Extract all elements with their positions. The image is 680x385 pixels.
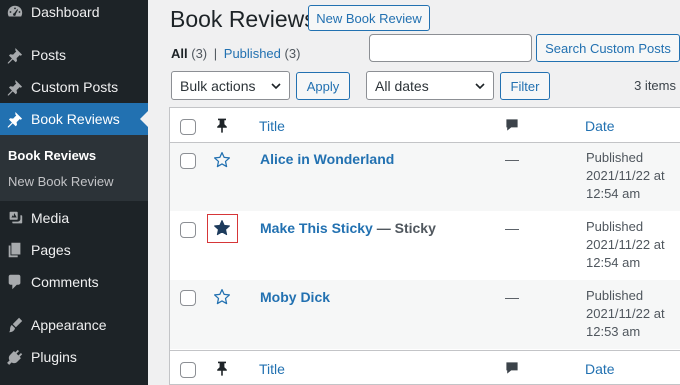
comments-count: — [505,220,519,236]
table-row: Alice in Wonderland — Published 2021/11/… [170,143,680,211]
post-title-link[interactable]: Alice in Wonderland [260,151,394,167]
table-footer-row: Title Date [170,350,680,385]
date-cell: Published 2021/11/22 at 12:53 am [586,287,665,341]
sidebar-item-label: Pages [31,242,71,258]
pin-icon [214,116,230,134]
date-filter-value: All dates [375,77,429,94]
post-time: 12:54 am [586,255,641,270]
select-all-checkbox[interactable] [180,362,196,378]
post-state-sticky: — Sticky [372,220,436,236]
posts-table: Title Date Alice in Wonderland — Publish… [169,107,680,385]
star-filled-icon[interactable] [213,219,231,237]
comments-icon [504,360,522,378]
filter-published-label: Published [223,46,281,61]
sidebar-item-media[interactable]: Media [0,202,148,234]
sidebar-item-label: Media [31,210,70,226]
search-button[interactable]: Search Custom Posts [536,34,680,62]
table-row: Make This Sticky — Sticky — Published 20… [170,211,680,280]
admin-sidebar: Dashboard Posts Custom Posts Book Review… [0,0,148,385]
filter-all-count: (3) [191,46,208,61]
post-time: 12:53 am [586,324,641,339]
page-title: Book Reviews [170,6,316,32]
comments-count: — [505,151,519,167]
comments-icon [5,272,25,292]
add-new-button[interactable]: New Book Review [308,5,430,31]
column-title[interactable]: Title [259,118,285,134]
column-title[interactable]: Title [259,361,285,377]
sidebar-item-appearance[interactable]: Appearance [0,309,148,341]
pages-icon [5,240,25,260]
filter-separator: | [213,46,218,61]
chevron-down-icon [475,83,485,90]
sidebar-item-custom-posts[interactable]: Custom Posts [0,71,148,103]
active-indicator-arrow [140,111,148,127]
table-header-row: Title Date [170,108,680,143]
sidebar-item-dashboard[interactable]: Dashboard [0,0,148,28]
date-filter-select[interactable]: All dates [366,71,494,100]
sidebar-item-label: Custom Posts [31,79,119,95]
bulk-actions-value: Bulk actions [180,77,256,94]
row-checkbox[interactable] [180,222,196,238]
pin-icon [214,359,230,377]
pin-icon [5,109,25,129]
table-row: Moby Dick — Published 2021/11/22 at 12:5… [170,280,680,349]
column-date[interactable]: Date [585,361,615,377]
row-checkbox[interactable] [180,290,196,306]
sidebar-item-book-reviews[interactable]: Book Reviews [0,103,148,135]
search-input[interactable] [369,34,532,62]
pin-icon [5,77,25,97]
post-title-cell: Make This Sticky — Sticky [260,220,436,236]
filter-all-label: All [171,46,188,61]
submenu-item-book-reviews[interactable]: Book Reviews [8,148,96,163]
book-reviews-submenu: Book Reviews New Book Review [0,135,148,201]
post-title-link[interactable]: Moby Dick [260,289,330,305]
select-all-checkbox[interactable] [180,119,196,135]
comments-icon [504,117,522,135]
sidebar-item-plugins[interactable]: Plugins [0,341,148,373]
date-cell: Published 2021/11/22 at 12:54 am [586,149,665,203]
sidebar-item-comments[interactable]: Comments [0,266,148,298]
comments-count: — [505,289,519,305]
post-title-link[interactable]: Make This Sticky [260,220,373,236]
chevron-down-icon [271,83,281,90]
post-date: 2021/11/22 at [586,237,665,252]
post-time: 12:54 am [586,186,641,201]
filter-published-count: (3) [284,46,301,61]
filter-published[interactable]: Published (3) [224,46,301,61]
row-checkbox[interactable] [180,153,196,169]
plugins-icon [5,347,25,367]
sidebar-item-label: Comments [31,274,99,290]
sidebar-item-pages[interactable]: Pages [0,234,148,266]
bulk-actions-select[interactable]: Bulk actions [171,71,290,100]
post-status: Published [586,288,644,303]
apply-button[interactable]: Apply [296,72,350,100]
items-count: 3 items [634,78,676,93]
sidebar-item-label: Plugins [31,349,77,365]
date-cell: Published 2021/11/22 at 12:54 am [586,218,665,272]
sidebar-item-posts[interactable]: Posts [0,39,148,71]
post-date: 2021/11/22 at [586,168,665,183]
submenu-item-new-book-review[interactable]: New Book Review [8,174,114,189]
media-icon [5,208,25,228]
sidebar-item-label: Dashboard [31,4,100,20]
post-status: Published [586,219,644,234]
star-outline-icon[interactable] [213,288,231,306]
star-outline-icon[interactable] [213,151,231,169]
dashboard-icon [5,2,25,22]
status-filter-links: All (3) | Published (3) [171,46,300,61]
appearance-icon [5,315,25,335]
pin-icon [5,45,25,65]
filter-all[interactable]: All (3) [171,46,207,61]
post-date: 2021/11/22 at [586,306,665,321]
sidebar-item-label: Book Reviews [31,111,120,127]
sidebar-item-label: Posts [31,47,67,63]
filter-button[interactable]: Filter [500,72,550,100]
post-status: Published [586,150,644,165]
sidebar-item-label: Appearance [31,317,107,333]
column-date[interactable]: Date [585,118,615,134]
